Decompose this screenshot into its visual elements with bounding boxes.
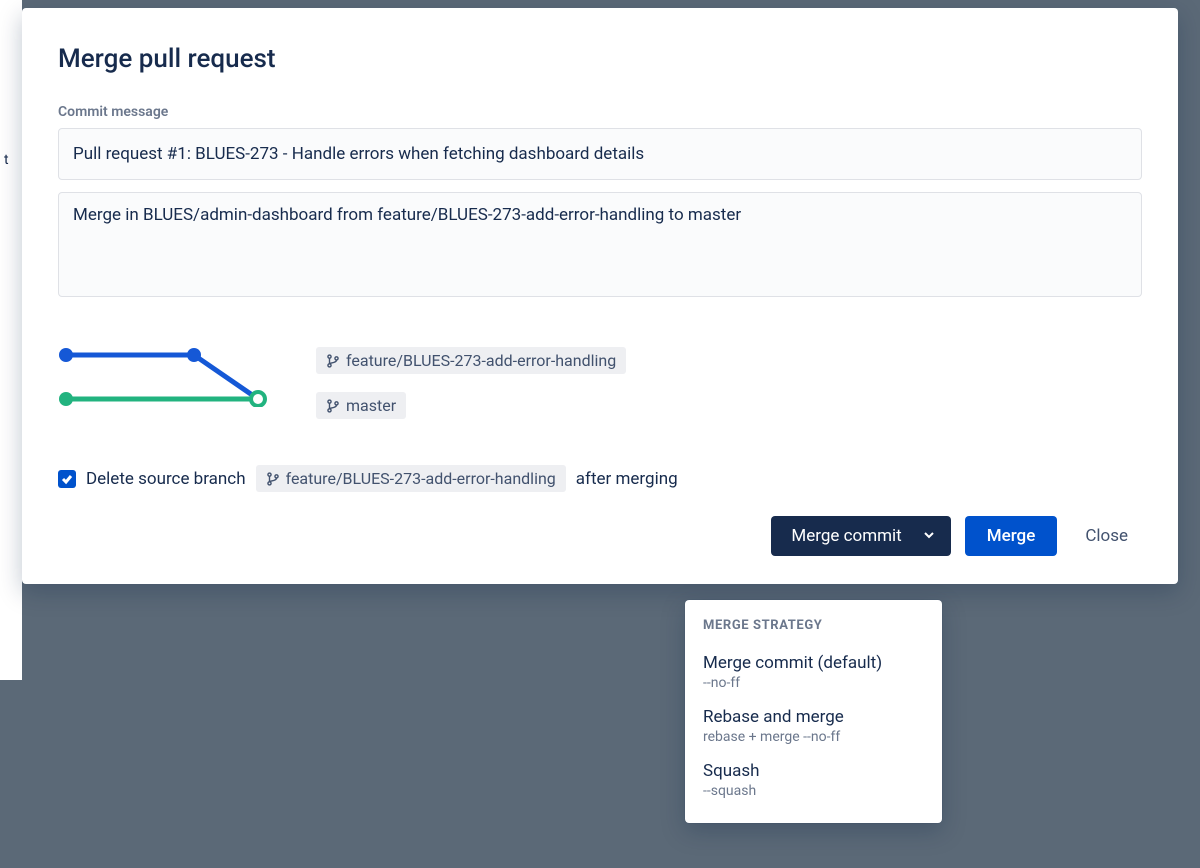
delete-source-branch-checkbox[interactable]: [58, 470, 76, 488]
strategy-option-squash[interactable]: Squash --squash: [685, 753, 942, 807]
strategy-option-merge-commit[interactable]: Merge commit (default) --no-ff: [685, 645, 942, 699]
strategy-option-label: Squash: [703, 761, 924, 781]
strategy-option-sub: --squash: [703, 783, 924, 799]
branch-icon: [266, 472, 280, 486]
chevron-down-icon: [916, 526, 935, 546]
commit-description-input[interactable]: Merge in BLUES/admin-dashboard from feat…: [58, 192, 1142, 297]
source-branch-label: feature/BLUES-273-add-error-handling: [346, 351, 616, 370]
target-branch-pill: master: [316, 392, 406, 419]
delete-label-prefix: Delete source branch: [86, 469, 246, 489]
merge-strategy-dropdown-button[interactable]: Merge commit: [771, 516, 950, 556]
commit-title-input[interactable]: [58, 128, 1142, 180]
branch-icon: [326, 354, 340, 368]
delete-source-branch-row: Delete source branch feature/BLUES-273-a…: [58, 465, 1142, 492]
commit-message-label: Commit message: [58, 104, 1142, 120]
modal-footer: Merge commit Merge Close: [58, 516, 1142, 556]
strategy-option-rebase[interactable]: Rebase and merge rebase + merge --no-ff: [685, 699, 942, 753]
strategy-option-sub: rebase + merge --no-ff: [703, 729, 924, 745]
merge-button[interactable]: Merge: [965, 516, 1058, 556]
target-branch-label: master: [346, 396, 396, 415]
merge-strategy-label: Merge commit: [791, 526, 901, 546]
source-branch-pill: feature/BLUES-273-add-error-handling: [316, 347, 626, 374]
branch-pills: feature/BLUES-273-add-error-handling mas…: [316, 347, 626, 419]
dropdown-header: MERGE STRATEGY: [685, 618, 942, 645]
background-page-fragment: t: [0, 0, 22, 680]
branch-merge-diagram: [58, 347, 274, 407]
branch-diagram-row: feature/BLUES-273-add-error-handling mas…: [58, 347, 1142, 419]
merge-strategy-dropdown: MERGE STRATEGY Merge commit (default) --…: [685, 600, 942, 823]
strategy-option-label: Rebase and merge: [703, 707, 924, 727]
merge-pull-request-modal: Merge pull request Commit message Merge …: [22, 8, 1178, 584]
delete-branch-pill: feature/BLUES-273-add-error-handling: [256, 465, 566, 492]
strategy-option-sub: --no-ff: [703, 675, 924, 691]
delete-branch-label: feature/BLUES-273-add-error-handling: [286, 469, 556, 488]
modal-title: Merge pull request: [58, 44, 1142, 74]
close-button[interactable]: Close: [1071, 516, 1142, 556]
strategy-option-label: Merge commit (default): [703, 653, 924, 673]
branch-icon: [326, 399, 340, 413]
delete-label-suffix: after merging: [576, 469, 678, 489]
checkmark-icon: [61, 473, 73, 485]
